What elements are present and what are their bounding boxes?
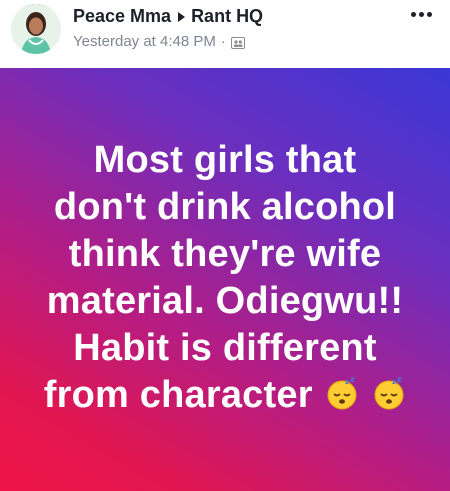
post-line: Most girls that	[93, 138, 357, 181]
more-options-icon[interactable]	[411, 12, 432, 17]
post-header: Peace Mma Rant HQ Yesterday at 4:48 PM ·	[0, 0, 450, 68]
author-name[interactable]: Peace Mma	[73, 6, 171, 27]
group-icon	[230, 36, 245, 49]
svg-text:z: z	[350, 377, 355, 384]
post-title: Peace Mma Rant HQ	[73, 6, 263, 27]
post-line-last: from character z z z z	[15, 372, 435, 419]
group-name[interactable]: Rant HQ	[191, 6, 263, 27]
svg-text:z: z	[397, 377, 402, 384]
caret-right-icon	[178, 11, 186, 22]
sleeping-face-icon: z z	[325, 375, 359, 410]
post-meta: Yesterday at 4:48 PM ·	[73, 33, 245, 50]
timestamp[interactable]: Yesterday at 4:48 PM	[73, 33, 216, 50]
sleeping-face-icon: z z	[372, 375, 406, 410]
post-background: Most girls that don't drink alcohol thin…	[0, 68, 450, 491]
svg-text:z: z	[345, 378, 349, 386]
meta-separator: ·	[220, 33, 226, 50]
post-line-text: from character	[43, 373, 313, 416]
avatar[interactable]	[11, 4, 61, 54]
post-line: don't drink alcohol	[53, 185, 397, 228]
post-line: think they're wife	[68, 232, 382, 275]
svg-text:z: z	[392, 378, 396, 386]
post-line: Habit is different	[73, 326, 377, 369]
post-line: material. Odiegwu!!	[46, 279, 404, 322]
post-text: Most girls that don't drink alcohol thin…	[15, 137, 435, 419]
